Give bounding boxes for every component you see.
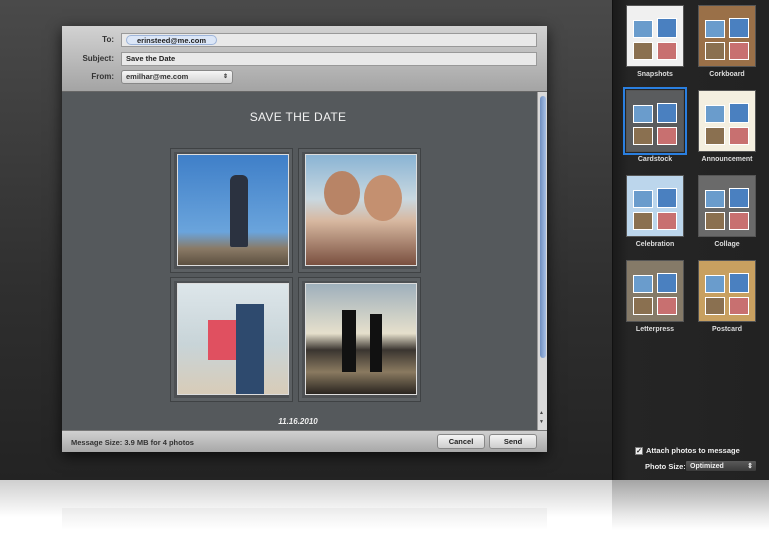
theme-thumbnail	[698, 175, 756, 237]
options-panel: ✓ Attach photos to message Photo Size: Op…	[635, 446, 757, 472]
theme-celebration[interactable]: Celebration	[625, 175, 685, 248]
select-arrows-icon: ⇕	[222, 74, 228, 80]
theme-label: Collage	[714, 241, 740, 248]
to-field[interactable]: erinsteed@me.com	[121, 32, 537, 47]
theme-letterpress[interactable]: Letterpress	[625, 260, 685, 333]
theme-label: Cardstock	[637, 156, 673, 163]
send-button[interactable]: Send	[489, 434, 537, 449]
photo-couple-embrace[interactable]	[177, 283, 289, 395]
stationery-title: SAVE THE DATE	[249, 110, 347, 124]
theme-thumbnail	[698, 5, 756, 67]
scroll-down-icon[interactable]: ▼	[539, 419, 544, 425]
theme-thumbnail	[698, 260, 756, 322]
theme-thumbnail	[698, 90, 756, 152]
reflection	[0, 480, 769, 533]
theme-corkboard[interactable]: Corkboard	[697, 5, 757, 78]
theme-thumbnail	[623, 87, 687, 155]
message-body: SAVE THE DATE 11.16.2010 ▲ ▼	[62, 92, 547, 430]
photo-frame-4	[298, 277, 421, 402]
compose-header: To: erinsteed@me.com Subject: Save the D…	[62, 26, 547, 92]
stationery-date: 11.16.2010	[278, 417, 318, 426]
theme-postcard[interactable]: Postcard	[697, 260, 757, 333]
scroll-up-icon[interactable]: ▲	[539, 410, 544, 416]
attach-photos-label: Attach photos to message	[646, 446, 740, 455]
theme-thumbnail	[626, 260, 684, 322]
photo-couple-beach-sunset[interactable]	[305, 283, 417, 395]
theme-label: Postcard	[712, 326, 742, 333]
photo-frame-3	[170, 277, 293, 402]
subject-field[interactable]: Save the Date	[121, 51, 537, 66]
photo-size-select[interactable]: Optimized ⇕	[685, 460, 757, 472]
photo-couple-on-rock[interactable]	[177, 154, 289, 266]
compose-footer: Message Size: 3.9 MB for 4 photos Cancel…	[62, 430, 547, 452]
theme-label: Letterpress	[635, 326, 675, 333]
from-value: emilhar@me.com	[126, 72, 189, 81]
message-size: Message Size: 3.9 MB for 4 photos	[71, 438, 194, 447]
theme-label: Celebration	[635, 241, 675, 248]
theme-collage[interactable]: Collage	[697, 175, 757, 248]
theme-label: Snapshots	[637, 71, 673, 78]
photo-size-value: Optimized	[690, 463, 724, 470]
photo-size-label: Photo Size:	[645, 462, 686, 472]
theme-label: Announcement	[701, 156, 753, 163]
from-label: From:	[91, 72, 114, 81]
theme-announcement[interactable]: Announcement	[697, 90, 757, 163]
photo-frame-1	[170, 148, 293, 273]
theme-snapshots[interactable]: Snapshots	[625, 5, 685, 78]
theme-thumbnail	[626, 175, 684, 237]
to-label: To:	[102, 35, 114, 44]
theme-thumbnail	[626, 5, 684, 67]
theme-cardstock[interactable]: Cardstock	[623, 87, 687, 163]
theme-label: Corkboard	[709, 71, 745, 78]
photo-couple-portrait[interactable]	[305, 154, 417, 266]
from-select[interactable]: emilhar@me.com ⇕	[121, 69, 233, 84]
subject-label: Subject:	[82, 54, 114, 63]
vertical-scrollbar[interactable]: ▲ ▼	[537, 92, 547, 430]
recipient-token[interactable]: erinsteed@me.com	[126, 34, 218, 45]
photo-frame-2	[298, 148, 421, 273]
cancel-button[interactable]: Cancel	[437, 434, 485, 449]
scrollbar-thumb[interactable]	[540, 96, 546, 358]
attach-photos-checkbox[interactable]: ✓	[635, 447, 643, 456]
compose-dialog: To: erinsteed@me.com Subject: Save the D…	[62, 26, 547, 452]
select-arrows-icon: ⇕	[747, 463, 753, 470]
